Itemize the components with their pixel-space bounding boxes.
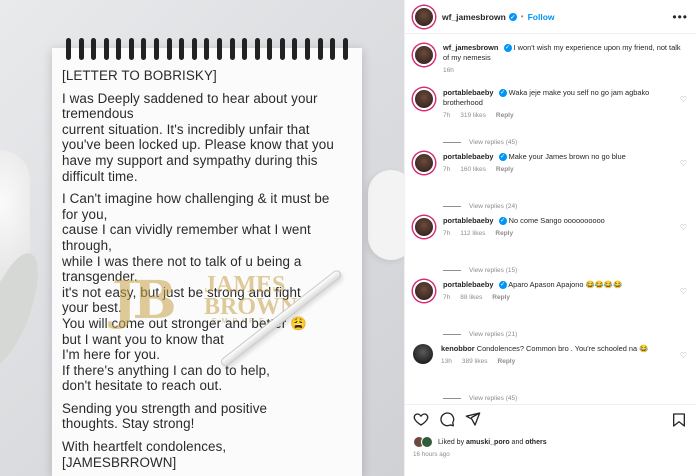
avatar[interactable]: [413, 280, 435, 302]
post-sidebar: wf_jamesbrown ✓ • Follow ••• wf_jamesbrow…: [404, 0, 696, 476]
comment-text: No come Sango oooooooooo: [508, 216, 605, 225]
comment-username[interactable]: kenobbor: [441, 344, 475, 353]
comment-likes[interactable]: 319 likes: [460, 111, 486, 121]
comment-likes[interactable]: 112 likes: [460, 229, 485, 239]
comment-text: Aparo Apason Apajono 😂😂😂😂: [508, 280, 623, 289]
reply-button[interactable]: Reply: [498, 357, 516, 367]
comment-text: Make your James brown no go blue: [508, 152, 626, 161]
comment-likes[interactable]: 88 likes: [460, 293, 482, 303]
comment-username[interactable]: portablebaeby: [443, 216, 494, 225]
view-replies-button[interactable]: View replies (21): [443, 331, 517, 338]
bookmark-icon[interactable]: [671, 412, 687, 428]
comment-likes[interactable]: 389 likes: [462, 357, 488, 367]
object-decoration: [368, 170, 404, 260]
view-replies-button[interactable]: View replies (45): [443, 395, 517, 402]
comment-icon[interactable]: [439, 411, 455, 427]
share-icon[interactable]: [465, 411, 481, 427]
post-caption: wf_jamesbrown ✓ I won't wish my experien…: [405, 34, 696, 88]
verified-badge-icon: ✓: [498, 153, 507, 162]
comment-likes[interactable]: 160 likes: [460, 165, 486, 175]
comment-item: portablebaeby ✓ No come Sango oooooooooo…: [405, 216, 696, 280]
reply-button[interactable]: Reply: [495, 229, 513, 239]
comment-username[interactable]: portablebaeby: [443, 88, 494, 97]
post-header: wf_jamesbrown ✓ • Follow •••: [405, 0, 696, 34]
caption-time: 16h: [443, 67, 454, 74]
watermark-monogram: JB: [112, 270, 177, 331]
comment-item: portablebaeby ✓ Make your James brown no…: [405, 152, 696, 216]
verified-badge-icon: ✓: [503, 44, 512, 53]
letter-title: [LETTER TO BOBRISKY]: [62, 68, 217, 83]
avatar[interactable]: [413, 88, 435, 110]
comment-item: kenobbor Condolences? Common bro . You'r…: [405, 344, 696, 404]
notepad: [LETTER TO BOBRISKY] I was Deeply sadden…: [52, 38, 362, 476]
letter-paragraph: With heartfelt condolences, [JAMESBRROWN…: [62, 439, 227, 470]
avatar[interactable]: [413, 44, 435, 66]
heart-icon[interactable]: ♡: [680, 223, 687, 232]
comment-time: 13h: [441, 358, 452, 365]
reply-button[interactable]: Reply: [496, 165, 514, 175]
post-image[interactable]: [LETTER TO BOBRISKY] I was Deeply sadden…: [0, 0, 404, 476]
likes-text[interactable]: Liked by amuski_poro and others: [438, 439, 547, 446]
comments-list[interactable]: wf_jamesbrown ✓ I won't wish my experien…: [405, 34, 696, 404]
view-replies-button[interactable]: View replies (24): [443, 203, 517, 210]
heart-icon[interactable]: ♡: [680, 287, 687, 296]
heart-icon[interactable]: ♡: [680, 159, 687, 168]
watermark-sub: EMPIRE: [212, 318, 269, 325]
reply-button[interactable]: Reply: [496, 111, 514, 121]
post-actions-bar: [405, 404, 696, 432]
letter-paragraph: I was Deeply saddened to hear about your…: [62, 90, 334, 184]
like-heart-icon[interactable]: [413, 411, 429, 427]
avatar[interactable]: [413, 344, 433, 364]
view-replies-button[interactable]: View replies (45): [443, 139, 517, 146]
more-options-icon[interactable]: •••: [672, 10, 688, 24]
header-username[interactable]: wf_jamesbrown ✓: [442, 12, 517, 22]
comment-item: portablebaeby ✓ Waka jeje make you self …: [405, 88, 696, 152]
avatar[interactable]: [413, 5, 435, 28]
verified-badge-icon: ✓: [508, 13, 517, 22]
letter-paragraph: Sending you strength and positive though…: [62, 400, 268, 432]
spiral-binding: [66, 38, 348, 62]
separator: •: [520, 12, 524, 21]
avatar[interactable]: [413, 216, 435, 238]
comment-time: 7h: [443, 112, 451, 119]
comment-username[interactable]: portablebaeby: [443, 152, 494, 161]
reply-button[interactable]: Reply: [492, 293, 510, 303]
comment-text: Condolences? Common bro . You're schoole…: [476, 344, 649, 353]
comment-time: 7h: [443, 230, 451, 237]
verified-badge-icon: ✓: [498, 89, 507, 98]
comment-username[interactable]: portablebaeby: [443, 280, 494, 289]
comment-time: 7h: [443, 166, 451, 173]
likes-summary: Liked by amuski_poro and others: [413, 436, 688, 448]
liker-avatar: [421, 436, 433, 448]
post-timestamp: 16 hours ago: [413, 451, 450, 458]
caption-username[interactable]: wf_jamesbrown: [443, 43, 498, 52]
heart-icon[interactable]: ♡: [680, 95, 687, 104]
verified-badge-icon: ✓: [498, 281, 507, 290]
follow-button[interactable]: Follow: [528, 12, 555, 22]
comment-item: portablebaeby ✓ Aparo Apason Apajono 😂😂😂…: [405, 280, 696, 344]
avatar[interactable]: [413, 152, 435, 174]
view-replies-button[interactable]: View replies (15): [443, 267, 517, 274]
heart-icon[interactable]: ♡: [680, 351, 687, 360]
comment-time: 7h: [443, 294, 451, 301]
verified-badge-icon: ✓: [498, 217, 507, 226]
